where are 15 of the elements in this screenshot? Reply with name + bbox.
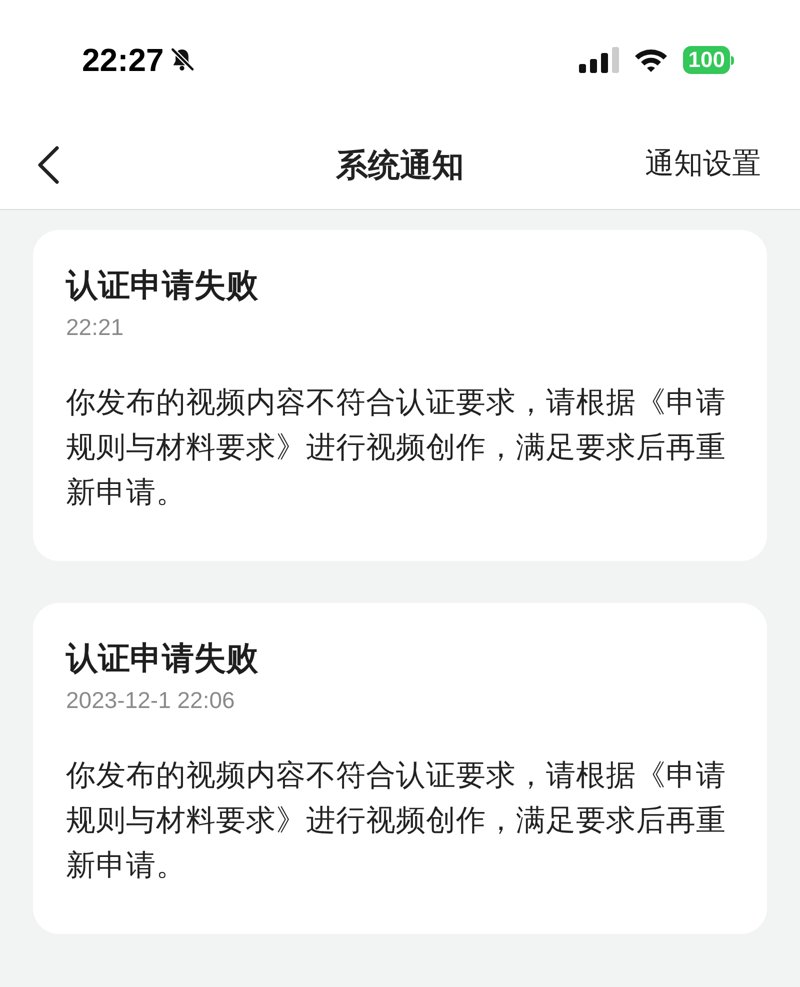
signal-icon	[579, 47, 620, 73]
notification-settings-link[interactable]: 通知设置	[645, 142, 764, 186]
notification-message: 你发布的视频内容不符合认证要求，请根据《申请规则与材料要求》进行视频创作，满足要求后再重新申请。	[66, 385, 727, 511]
notification-message: 你发布的视频内容不符合认证要求，请根据《申请规则与材料要求》进行视频创作，满足要求后再重新申请。	[66, 758, 727, 884]
notification-title: 认证申请失败	[66, 266, 259, 305]
notification-time: 22:21	[66, 313, 125, 342]
back-button[interactable]	[36, 144, 62, 184]
battery-level: 100	[683, 46, 730, 74]
page-title: 系统通知	[336, 146, 464, 184]
notification-card[interactable]: 认证申请失败 2023-12-1 22:06 你发布的视频内容不符合认证要求，请根据《申请规则与材料要求》进行视频创作，满足要求后再重新申请。	[33, 603, 767, 934]
wifi-icon	[633, 47, 670, 73]
notification-title: 认证申请失败	[66, 639, 259, 678]
status-time: 22:27	[82, 41, 164, 80]
notification-time: 2023-12-1 22:06	[66, 686, 236, 715]
notification-card[interactable]: 认证申请失败 22:21 你发布的视频内容不符合认证要求，请根据《申请规则与材料要求》进行视频创作，满足要求后再重新申请。	[33, 230, 767, 561]
